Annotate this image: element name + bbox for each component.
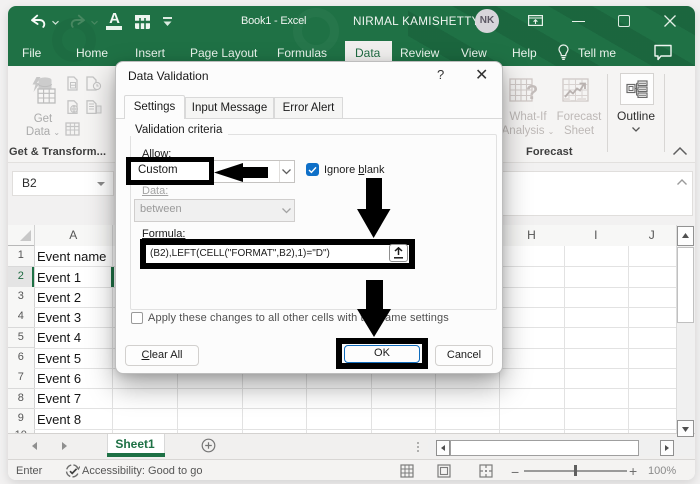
- svg-text:?: ?: [526, 82, 537, 104]
